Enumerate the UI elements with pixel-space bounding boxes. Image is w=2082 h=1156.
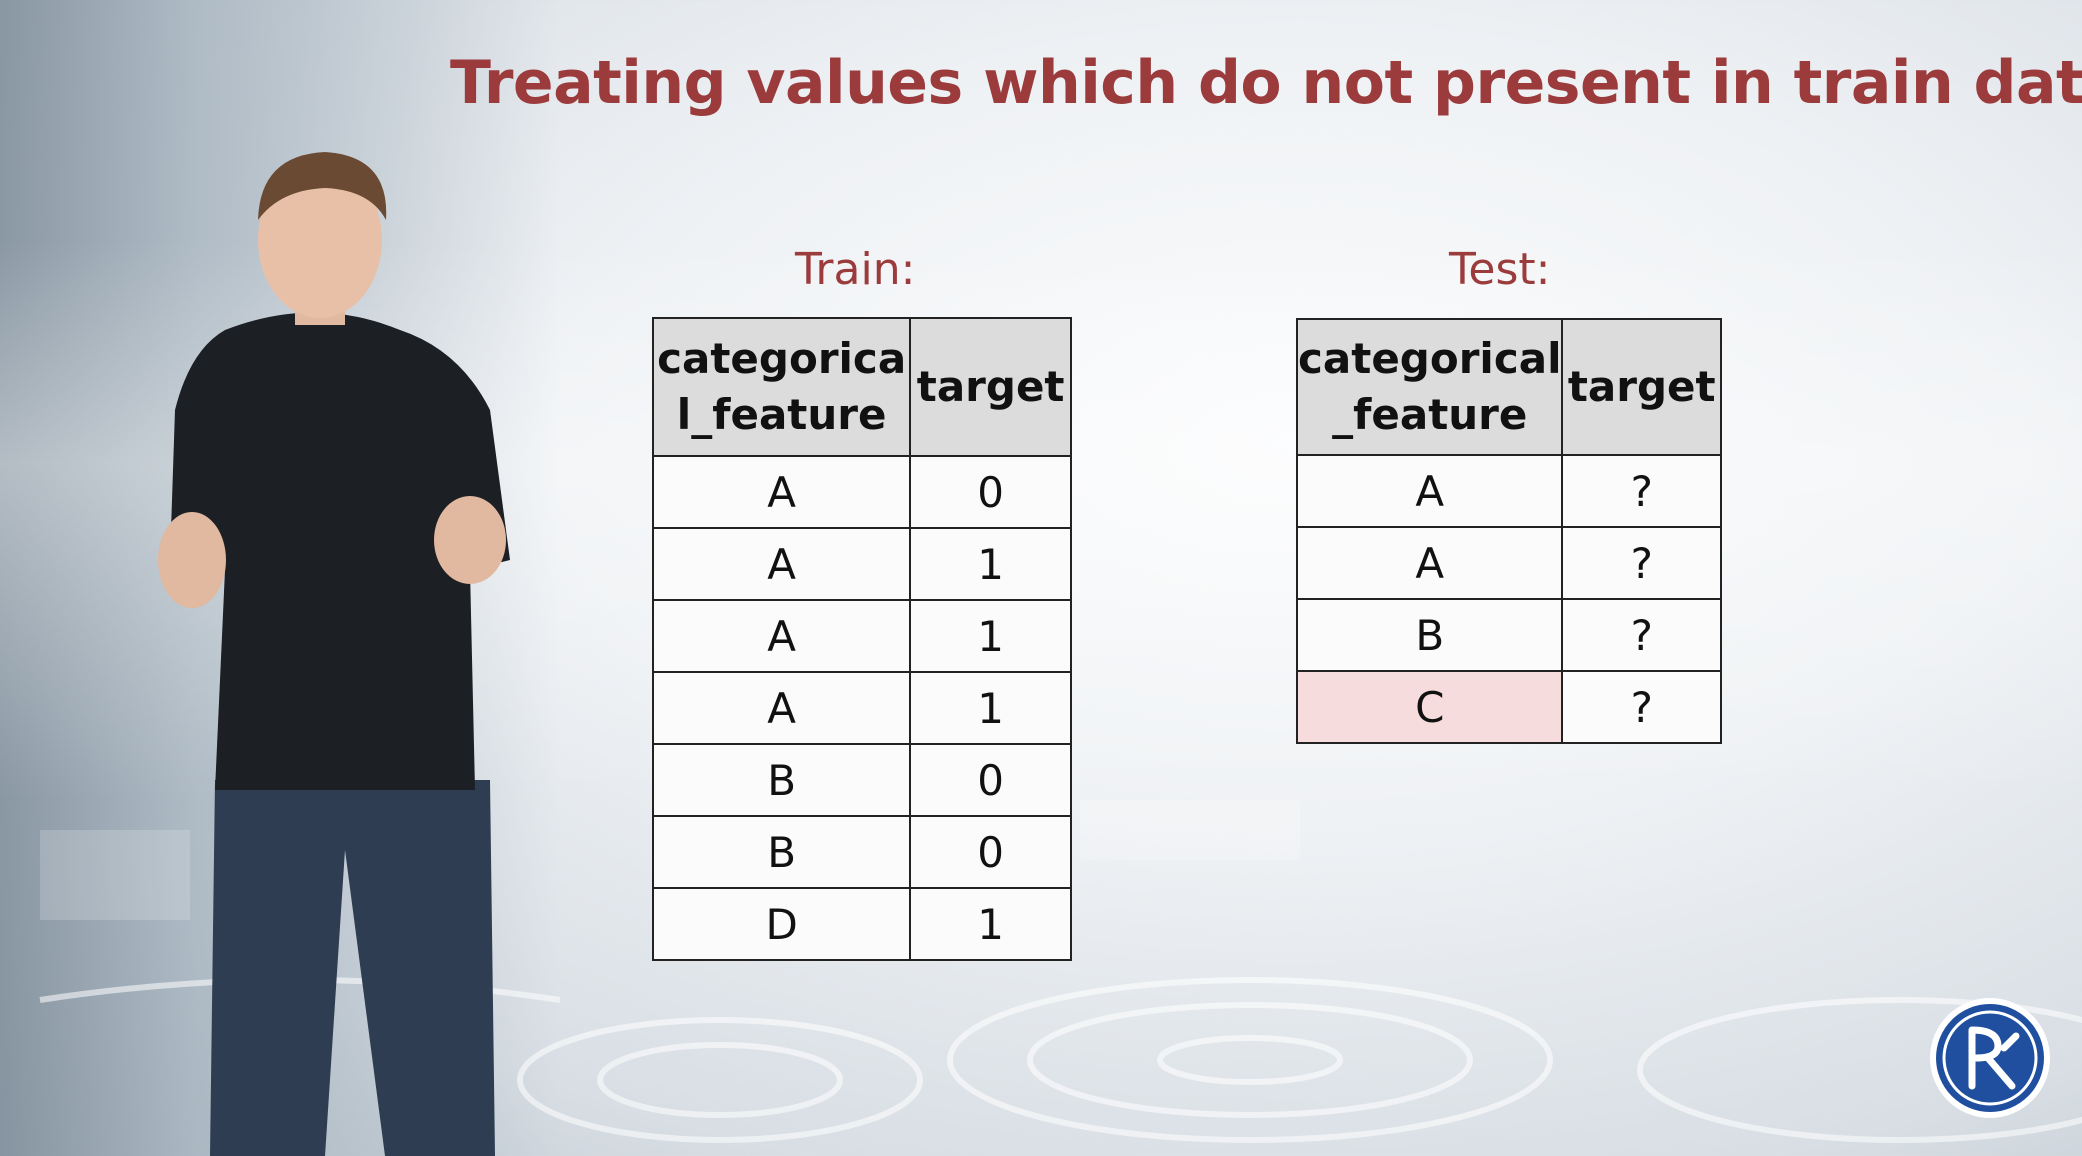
test-cell-target: ? xyxy=(1561,526,1722,600)
test-label: Test: xyxy=(1449,244,1551,295)
slide-title: Treating values which do not present in … xyxy=(450,48,2082,118)
train-header-feature-line1: categorica xyxy=(657,334,907,383)
test-header-feature: categorical _feature xyxy=(1295,318,1564,456)
table-row: A1 xyxy=(651,671,1072,745)
train-cell-target: 1 xyxy=(909,527,1072,601)
table-row: D1 xyxy=(651,887,1072,961)
table-row: B0 xyxy=(651,815,1072,889)
train-cell-target: 0 xyxy=(909,815,1072,889)
train-cell-feature: B xyxy=(651,743,912,817)
train-cell-feature: A xyxy=(651,599,912,673)
table-row: B0 xyxy=(651,743,1072,817)
university-logo-icon xyxy=(1930,998,2050,1118)
test-cell-feature: A xyxy=(1295,526,1564,600)
test-cell-target: ? xyxy=(1561,670,1722,744)
table-row: A0 xyxy=(651,455,1072,529)
train-header-row: categorica l_feature target xyxy=(651,317,1072,457)
train-cell-feature: D xyxy=(651,887,912,961)
train-cell-target: 1 xyxy=(909,887,1072,961)
test-header-target: target xyxy=(1561,318,1722,456)
table-row: A1 xyxy=(651,527,1072,601)
test-table: categorical _feature target A? A? B? C? xyxy=(1295,318,1722,744)
test-header-feature-line2: _feature xyxy=(1332,390,1528,439)
train-cell-feature: A xyxy=(651,455,912,529)
test-header-row: categorical _feature target xyxy=(1295,318,1722,456)
train-cell-target: 0 xyxy=(909,743,1072,817)
table-row-highlighted: C? xyxy=(1295,670,1722,744)
train-cell-feature: B xyxy=(651,815,912,889)
train-header-feature: categorica l_feature xyxy=(651,317,912,457)
test-header-feature-line1: categorical xyxy=(1298,334,1562,383)
train-cell-target: 1 xyxy=(909,599,1072,673)
train-cell-target: 0 xyxy=(909,455,1072,529)
test-cell-feature: B xyxy=(1295,598,1564,672)
train-cell-feature: A xyxy=(651,527,912,601)
train-table: categorica l_feature target A0 A1 A1 A1 … xyxy=(651,317,1072,961)
train-cell-feature: A xyxy=(651,671,912,745)
train-label: Train: xyxy=(795,244,916,295)
presenter-figure xyxy=(158,152,510,1156)
test-cell-feature: A xyxy=(1295,454,1564,528)
test-cell-target: ? xyxy=(1561,598,1722,672)
train-cell-target: 1 xyxy=(909,671,1072,745)
table-row: A1 xyxy=(651,599,1072,673)
test-cell-target: ? xyxy=(1561,454,1722,528)
table-row: A? xyxy=(1295,526,1722,600)
test-cell-feature-unseen: C xyxy=(1295,670,1564,744)
table-row: A? xyxy=(1295,454,1722,528)
train-header-target: target xyxy=(909,317,1072,457)
train-header-feature-line2: l_feature xyxy=(676,390,887,439)
table-row: B? xyxy=(1295,598,1722,672)
